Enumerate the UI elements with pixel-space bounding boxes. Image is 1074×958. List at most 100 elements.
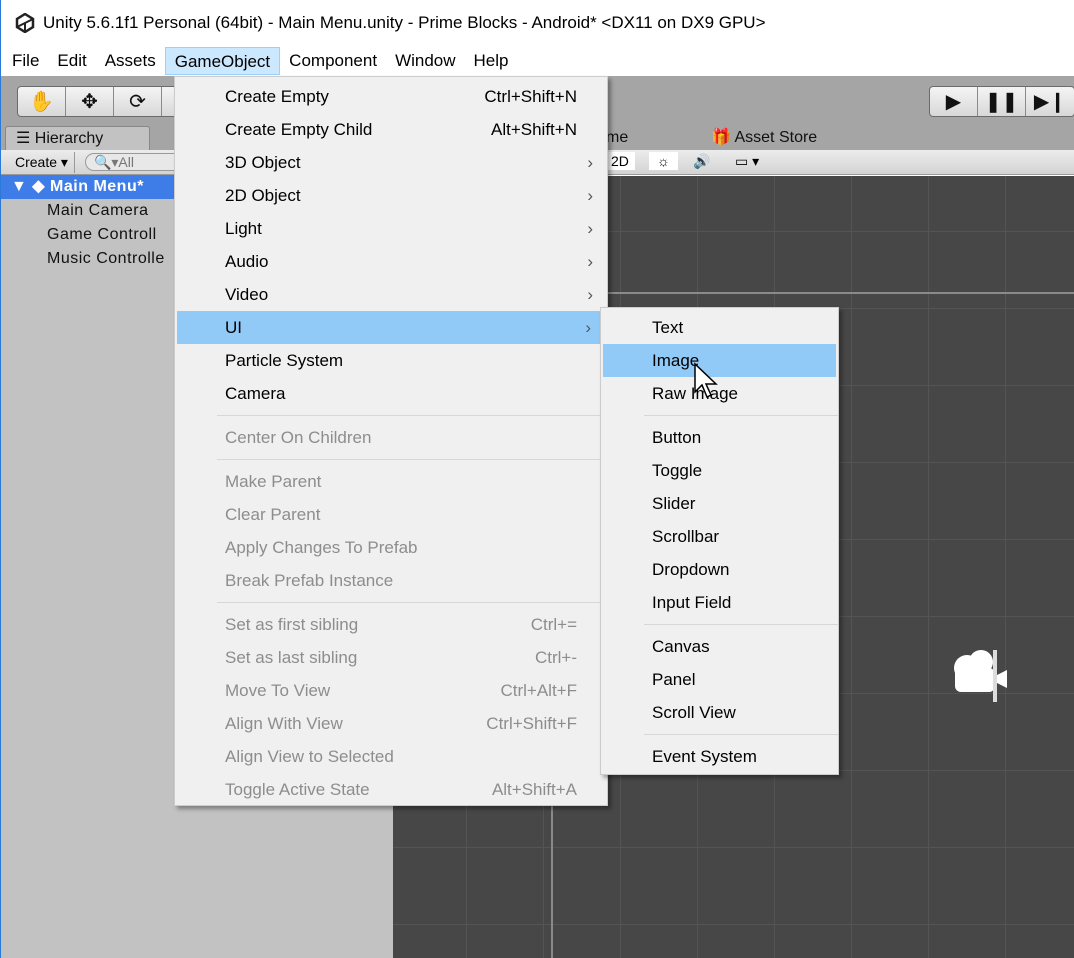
2d-toggle[interactable]: 2D: [605, 152, 635, 170]
menu-item-image[interactable]: Image: [603, 344, 836, 377]
menu-item-label: Particle System: [225, 351, 344, 370]
unity-scene-icon: ◆: [32, 178, 46, 195]
camera-gizmo-icon[interactable]: [949, 646, 1017, 706]
menu-window[interactable]: Window: [386, 47, 464, 75]
title-bar: Unity 5.6.1f1 Personal (64bit) - Main Me…: [1, 0, 1074, 46]
play-icon[interactable]: ▶: [930, 87, 978, 116]
menu-item-toggle[interactable]: Toggle: [601, 454, 838, 487]
menu-item-label: Align With View: [225, 714, 343, 733]
menu-item-break-prefab-instance[interactable]: Break Prefab Instance: [175, 564, 607, 597]
menu-item-slider[interactable]: Slider: [601, 487, 838, 520]
menu-item-2d-object[interactable]: 2D Object ›: [175, 179, 607, 212]
menu-item-label: Light: [225, 219, 262, 238]
menu-item-shortcut: Ctrl+Shift+N: [484, 87, 577, 106]
menu-item-text[interactable]: Text: [601, 311, 838, 344]
menu-item-audio[interactable]: Audio ›: [175, 245, 607, 278]
menu-item-create-empty[interactable]: Create Empty Ctrl+Shift+N: [175, 80, 607, 113]
rotate-tool-icon[interactable]: ⟳: [114, 87, 162, 116]
menu-assets[interactable]: Assets: [96, 47, 165, 75]
tab-hierarchy[interactable]: ☰ Hierarchy: [5, 126, 150, 150]
menu-item-label: Create Empty: [225, 87, 329, 106]
menu-item-scrollbar[interactable]: Scrollbar: [601, 520, 838, 553]
menu-help[interactable]: Help: [465, 47, 518, 75]
menu-item-center-on-children[interactable]: Center On Children: [175, 421, 607, 454]
menu-item-label: Set as last sibling: [225, 648, 358, 667]
chevron-right-icon: ›: [587, 219, 593, 238]
menu-item-label: 3D Object: [225, 153, 301, 172]
menu-item-button[interactable]: Button: [601, 421, 838, 454]
menu-edit[interactable]: Edit: [48, 47, 95, 75]
menu-item-label: Event System: [652, 747, 757, 766]
move-tool-icon[interactable]: ✥: [66, 87, 114, 116]
menu-item-shortcut: Alt+Shift+A: [491, 780, 577, 799]
menu-separator: [601, 729, 838, 740]
menu-item-event-system[interactable]: Event System: [601, 740, 838, 773]
menu-item-label: Input Field: [652, 593, 732, 612]
menu-item-label: UI: [225, 318, 242, 337]
menu-item-create-empty-child[interactable]: Create Empty Child Alt+Shift+N: [175, 113, 607, 146]
menu-item-label: Scroll View: [652, 703, 736, 722]
hand-tool-icon[interactable]: ✋: [18, 87, 66, 116]
list-icon: ☰: [16, 130, 35, 147]
ui-submenu: Text Image Raw Image Button Toggle Slider Scro…: [600, 307, 839, 775]
menu-gameobject[interactable]: GameObject: [164, 47, 281, 75]
menu-item-label: Panel: [652, 670, 696, 689]
menu-item-scroll-view[interactable]: Scroll View: [601, 696, 838, 729]
menu-separator: [175, 597, 607, 608]
menu-item-raw-image[interactable]: Raw Image: [601, 377, 838, 410]
menu-item-label: Canvas: [652, 637, 710, 656]
menu-item-label: Slider: [652, 494, 696, 513]
menu-separator: [175, 410, 607, 421]
menu-item-label: Button: [652, 428, 702, 447]
menu-item-label: Video: [225, 285, 269, 304]
menu-item-input-field[interactable]: Input Field: [601, 586, 838, 619]
menu-item-label: Camera: [225, 384, 286, 403]
menu-item-particle-system[interactable]: Particle System: [175, 344, 607, 377]
menu-item-shortcut: Ctrl+=: [530, 615, 577, 634]
menu-item-label: Toggle: [652, 461, 703, 480]
menu-item-3d-object[interactable]: 3D Object ›: [175, 146, 607, 179]
menu-item-shortcut: Ctrl+Alt+F: [500, 681, 577, 700]
menu-item-light[interactable]: Light ›: [175, 212, 607, 245]
menu-item-label: Break Prefab Instance: [225, 571, 394, 590]
menu-separator: [601, 410, 838, 421]
menu-item-canvas[interactable]: Canvas: [601, 630, 838, 663]
menu-item-set-as-last-sibling[interactable]: Set as last sibling Ctrl+-: [175, 641, 607, 674]
effects-icon[interactable]: ▭ ▾: [729, 152, 765, 171]
menu-item-label: Scrollbar: [652, 527, 720, 546]
create-dropdown[interactable]: Create ▾: [9, 151, 75, 173]
menu-file[interactable]: File: [3, 47, 48, 75]
tab-asset-store[interactable]: 🎁 Asset Store: [701, 126, 827, 150]
menu-item-make-parent[interactable]: Make Parent: [175, 465, 607, 498]
menu-item-set-as-first-sibling[interactable]: Set as first sibling Ctrl+=: [175, 608, 607, 641]
menu-item-label: Move To View: [225, 681, 331, 700]
menu-item-label: Create Empty Child: [225, 120, 373, 139]
menu-bar: File Edit Assets GameObject Component Wi…: [1, 46, 1074, 76]
menu-item-dropdown[interactable]: Dropdown: [601, 553, 838, 586]
menu-item-align-view-to-selected[interactable]: Align View to Selected: [175, 740, 607, 773]
step-icon[interactable]: ▶❙: [1026, 87, 1074, 116]
menu-item-apply-changes-to-prefab[interactable]: Apply Changes To Prefab: [175, 531, 607, 564]
menu-item-move-to-view[interactable]: Move To View Ctrl+Alt+F: [175, 674, 607, 707]
menu-item-camera[interactable]: Camera: [175, 377, 607, 410]
pause-icon[interactable]: ❚❚: [978, 87, 1026, 116]
menu-item-label: Text: [652, 318, 684, 337]
menu-separator: [175, 454, 607, 465]
menu-component[interactable]: Component: [280, 47, 386, 75]
audio-icon[interactable]: 🔊: [687, 152, 716, 171]
menu-item-clear-parent[interactable]: Clear Parent: [175, 498, 607, 531]
chevron-right-icon: ›: [587, 285, 593, 304]
menu-item-toggle-active-state[interactable]: Toggle Active State Alt+Shift+A: [175, 773, 607, 806]
menu-item-align-with-view[interactable]: Align With View Ctrl+Shift+F: [175, 707, 607, 740]
playback-controls: ▶ ❚❚ ▶❙: [929, 86, 1074, 117]
tab-game-label: me: [606, 129, 629, 146]
menu-item-label: Toggle Active State: [225, 780, 370, 799]
menu-item-label: Clear Parent: [225, 505, 321, 524]
menu-item-video[interactable]: Video ›: [175, 278, 607, 311]
menu-item-label: Apply Changes To Prefab: [225, 538, 418, 557]
unity-logo-icon: [15, 13, 35, 33]
lighting-icon[interactable]: ☼: [649, 152, 678, 170]
menu-item-label: Dropdown: [652, 560, 730, 579]
menu-item-panel[interactable]: Panel: [601, 663, 838, 696]
menu-item-ui[interactable]: UI ›: [177, 311, 605, 344]
